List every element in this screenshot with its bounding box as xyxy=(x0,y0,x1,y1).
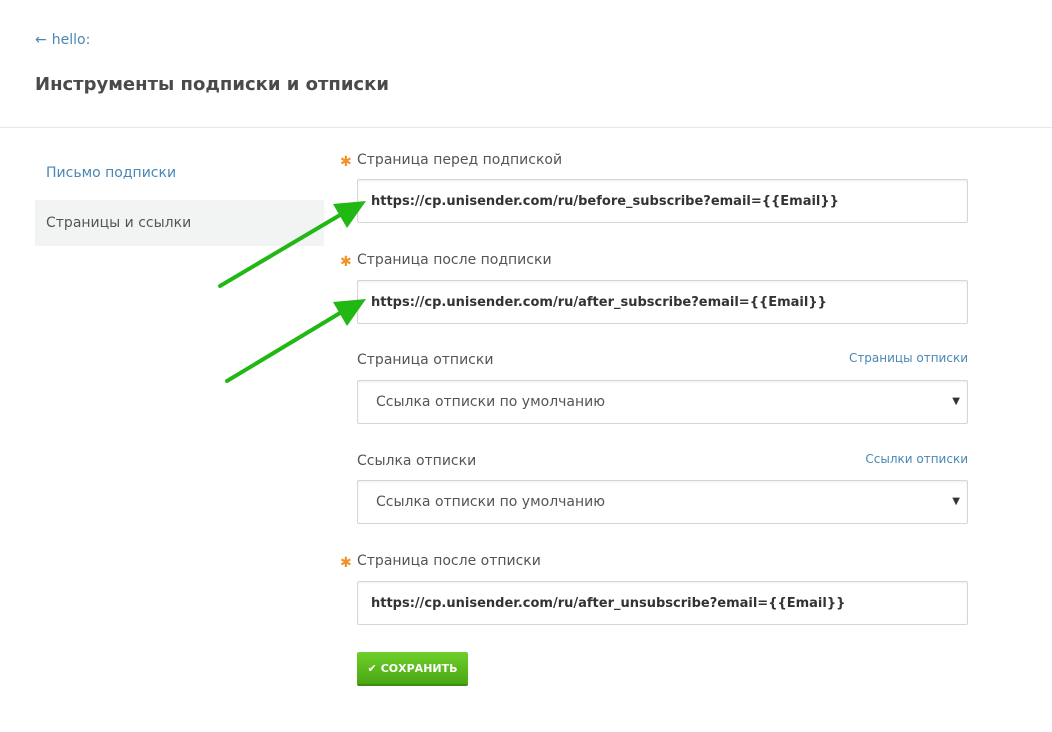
header-divider xyxy=(0,127,1052,128)
before-subscribe-input[interactable] xyxy=(357,179,968,223)
unsubscribe-link-label: Ссылка отписки xyxy=(357,453,477,469)
after-unsubscribe-label: Страница после отписки xyxy=(357,553,541,569)
unsubscribe-links-link[interactable]: Ссылки отписки xyxy=(865,452,968,466)
sidebar-item-subscription-letter[interactable]: Письмо подписки xyxy=(35,150,324,196)
sidebar-item-pages-and-links[interactable]: Страницы и ссылки xyxy=(35,200,324,246)
unsubscribe-page-select[interactable]: Ссылка отписки по умолчанию ▼ xyxy=(357,380,968,424)
save-button-label: СОХРАНИТЬ xyxy=(380,661,458,675)
before-subscribe-label: Страница перед подпиской xyxy=(357,152,563,168)
back-link[interactable]: ← hello: xyxy=(35,32,90,48)
unsubscribe-link-select[interactable]: Ссылка отписки по умолчанию ▼ xyxy=(357,480,968,524)
required-star-icon: ✱ xyxy=(340,154,352,170)
after-subscribe-input[interactable] xyxy=(357,280,968,324)
unsubscribe-page-selected: Ссылка отписки по умолчанию xyxy=(376,394,606,410)
unsubscribe-link-selected: Ссылка отписки по умолчанию xyxy=(376,494,606,510)
chevron-down-icon: ▼ xyxy=(952,396,960,407)
save-button[interactable]: ✔ СОХРАНИТЬ xyxy=(357,652,468,684)
required-star-icon: ✱ xyxy=(340,555,352,571)
sidebar: Письмо подписки Страницы и ссылки xyxy=(35,150,324,246)
checkmark-icon: ✔ xyxy=(367,661,377,675)
back-link-label: hello: xyxy=(51,32,91,48)
unsubscribe-pages-link[interactable]: Страницы отписки xyxy=(849,351,968,365)
chevron-down-icon: ▼ xyxy=(952,496,960,507)
required-star-icon: ✱ xyxy=(340,254,352,270)
page-title: Инструменты подписки и отписки xyxy=(35,74,389,95)
arrow-left-icon: ← xyxy=(35,32,47,48)
after-subscribe-label: Страница после подписки xyxy=(357,252,552,268)
unsubscribe-page-label: Страница отписки xyxy=(357,352,494,368)
after-unsubscribe-input[interactable] xyxy=(357,581,968,625)
annotation-arrow xyxy=(225,299,366,383)
